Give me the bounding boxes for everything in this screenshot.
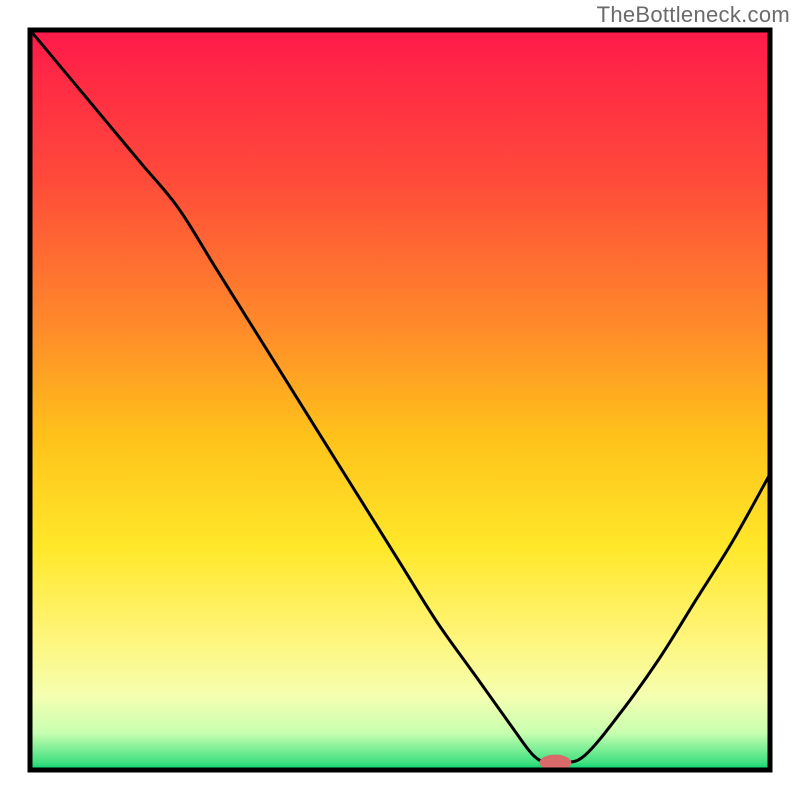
- bottleneck-chart: [0, 0, 800, 800]
- watermark-text: TheBottleneck.com: [597, 2, 790, 28]
